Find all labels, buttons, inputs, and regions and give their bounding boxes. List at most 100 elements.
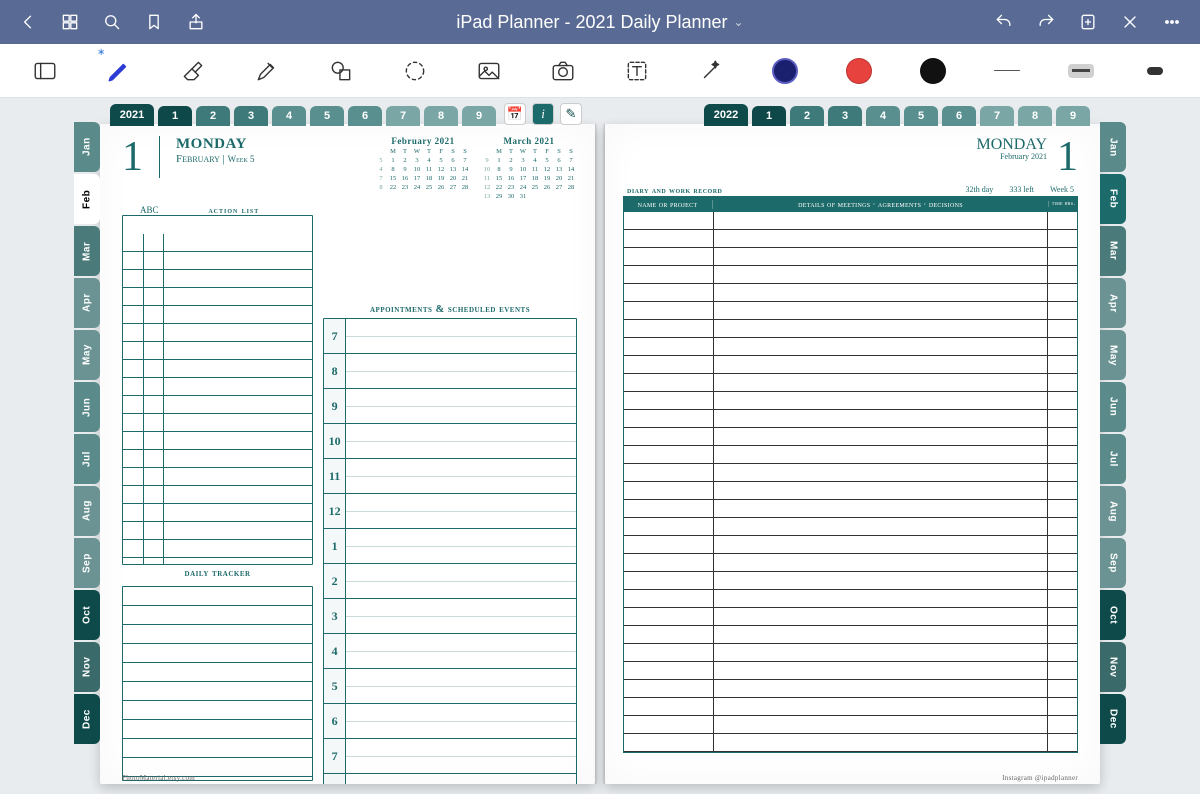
color-red[interactable] xyxy=(841,53,877,89)
diary-row[interactable] xyxy=(624,536,1077,554)
appt-row-10[interactable]: 10 xyxy=(324,424,576,459)
diary-row[interactable] xyxy=(624,590,1077,608)
diary-row[interactable] xyxy=(624,392,1077,410)
quick-tab-3[interactable]: 3 xyxy=(234,106,268,126)
eraser-tool[interactable] xyxy=(175,53,211,89)
page-surface[interactable]: JanFebMarAprMayJunJulAugSepOctNovDec Jan… xyxy=(0,98,1200,794)
month-tab-feb[interactable]: Feb xyxy=(74,174,100,224)
year-tab-left[interactable]: 2021 xyxy=(110,104,154,126)
diary-row[interactable] xyxy=(624,482,1077,500)
diary-row[interactable] xyxy=(624,608,1077,626)
diary-row[interactable] xyxy=(624,410,1077,428)
diary-row[interactable] xyxy=(624,212,1077,230)
diary-row[interactable] xyxy=(624,500,1077,518)
stroke-medium[interactable] xyxy=(1063,53,1099,89)
document-title[interactable]: iPad Planner - 2021 Daily Planner ⌄ xyxy=(214,12,986,33)
month-tab-nov[interactable]: Nov xyxy=(1100,642,1126,692)
diary-row[interactable] xyxy=(624,446,1077,464)
quick-tab-6[interactable]: 6 xyxy=(942,106,976,126)
year-tab-right[interactable]: 2022 xyxy=(704,104,748,126)
diary-row[interactable] xyxy=(624,698,1077,716)
month-tab-jul[interactable]: Jul xyxy=(74,434,100,484)
stroke-thin[interactable] xyxy=(989,53,1025,89)
search-button[interactable] xyxy=(94,4,130,40)
diary-row[interactable] xyxy=(624,248,1077,266)
quick-tab-7[interactable]: 7 xyxy=(980,106,1014,126)
diary-row[interactable] xyxy=(624,734,1077,752)
pen-tool[interactable]: ∗ xyxy=(101,53,137,89)
month-tab-aug[interactable]: Aug xyxy=(74,486,100,536)
diary-row[interactable] xyxy=(624,428,1077,446)
diary-row[interactable] xyxy=(624,266,1077,284)
appt-row-2[interactable]: 2 xyxy=(324,564,576,599)
read-mode-tool[interactable] xyxy=(27,53,63,89)
appt-row-6[interactable]: 6 xyxy=(324,704,576,739)
month-tab-jan[interactable]: Jan xyxy=(74,122,100,172)
quick-tab-9[interactable]: 9 xyxy=(462,106,496,126)
add-page-button[interactable] xyxy=(1070,4,1106,40)
appt-row-9[interactable]: 9 xyxy=(324,389,576,424)
camera-tool[interactable] xyxy=(545,53,581,89)
redo-button[interactable] xyxy=(1028,4,1064,40)
appt-row-7[interactable]: 7 xyxy=(324,739,576,774)
quick-tab-1[interactable]: 1 xyxy=(158,106,192,126)
quick-tab-6[interactable]: 6 xyxy=(348,106,382,126)
appt-row-11[interactable]: 11 xyxy=(324,459,576,494)
month-tab-may[interactable]: May xyxy=(1100,330,1126,380)
diary-row[interactable] xyxy=(624,644,1077,662)
month-tab-feb[interactable]: Feb xyxy=(1100,174,1126,224)
stroke-thick[interactable] xyxy=(1137,53,1173,89)
diary-row[interactable] xyxy=(624,716,1077,734)
mini-cal-feb[interactable]: February 2021MTWTFSS51234567489101112131… xyxy=(375,136,471,201)
text-tool[interactable] xyxy=(619,53,655,89)
image-tool[interactable] xyxy=(471,53,507,89)
quick-tab-2[interactable]: 2 xyxy=(196,106,230,126)
diary-row[interactable] xyxy=(624,302,1077,320)
quick-tab-4[interactable]: 4 xyxy=(866,106,900,126)
month-tab-aug[interactable]: Aug xyxy=(1100,486,1126,536)
diary-row[interactable] xyxy=(624,320,1077,338)
diary-row[interactable] xyxy=(624,284,1077,302)
month-tab-mar[interactable]: Mar xyxy=(74,226,100,276)
highlighter-tool[interactable] xyxy=(249,53,285,89)
right-page[interactable]: Monday February 2021 1 diary and work re… xyxy=(605,124,1100,784)
diary-row[interactable] xyxy=(624,356,1077,374)
diary-row[interactable] xyxy=(624,554,1077,572)
quick-tab-4[interactable]: 4 xyxy=(272,106,306,126)
month-tab-dec[interactable]: Dec xyxy=(1100,694,1126,744)
appt-row-1[interactable]: 1 xyxy=(324,529,576,564)
quick-tab-5[interactable]: 5 xyxy=(904,106,938,126)
diary-row[interactable] xyxy=(624,464,1077,482)
appt-row-5[interactable]: 5 xyxy=(324,669,576,704)
quick-tab-8[interactable]: 8 xyxy=(424,106,458,126)
quick-tab-8[interactable]: 8 xyxy=(1018,106,1052,126)
share-button[interactable] xyxy=(178,4,214,40)
diary-row[interactable] xyxy=(624,662,1077,680)
notes-icon[interactable]: ✎ xyxy=(560,103,582,125)
left-page[interactable]: 1 Monday February | Week 5 February 2021… xyxy=(100,124,595,784)
shapes-tool[interactable] xyxy=(323,53,359,89)
month-tab-jun[interactable]: Jun xyxy=(1100,382,1126,432)
appointments-box[interactable]: 789101112123456789 xyxy=(323,318,577,784)
diary-row[interactable] xyxy=(624,626,1077,644)
quick-tab-9[interactable]: 9 xyxy=(1056,106,1090,126)
appt-row-8[interactable]: 8 xyxy=(324,774,576,784)
grid-button[interactable] xyxy=(52,4,88,40)
month-tab-nov[interactable]: Nov xyxy=(74,642,100,692)
quick-tab-1[interactable]: 1 xyxy=(752,106,786,126)
lasso-tool[interactable] xyxy=(397,53,433,89)
appt-row-7[interactable]: 7 xyxy=(324,319,576,354)
diary-row[interactable] xyxy=(624,518,1077,536)
month-tab-sep[interactable]: Sep xyxy=(74,538,100,588)
appt-row-4[interactable]: 4 xyxy=(324,634,576,669)
month-tab-may[interactable]: May xyxy=(74,330,100,380)
quick-tab-2[interactable]: 2 xyxy=(790,106,824,126)
appt-row-12[interactable]: 12 xyxy=(324,494,576,529)
diary-row[interactable] xyxy=(624,680,1077,698)
close-button[interactable] xyxy=(1112,4,1148,40)
diary-row[interactable] xyxy=(624,374,1077,392)
action-list-box[interactable] xyxy=(122,215,313,565)
month-tab-jun[interactable]: Jun xyxy=(74,382,100,432)
month-tab-oct[interactable]: Oct xyxy=(1100,590,1126,640)
quick-tab-5[interactable]: 5 xyxy=(310,106,344,126)
